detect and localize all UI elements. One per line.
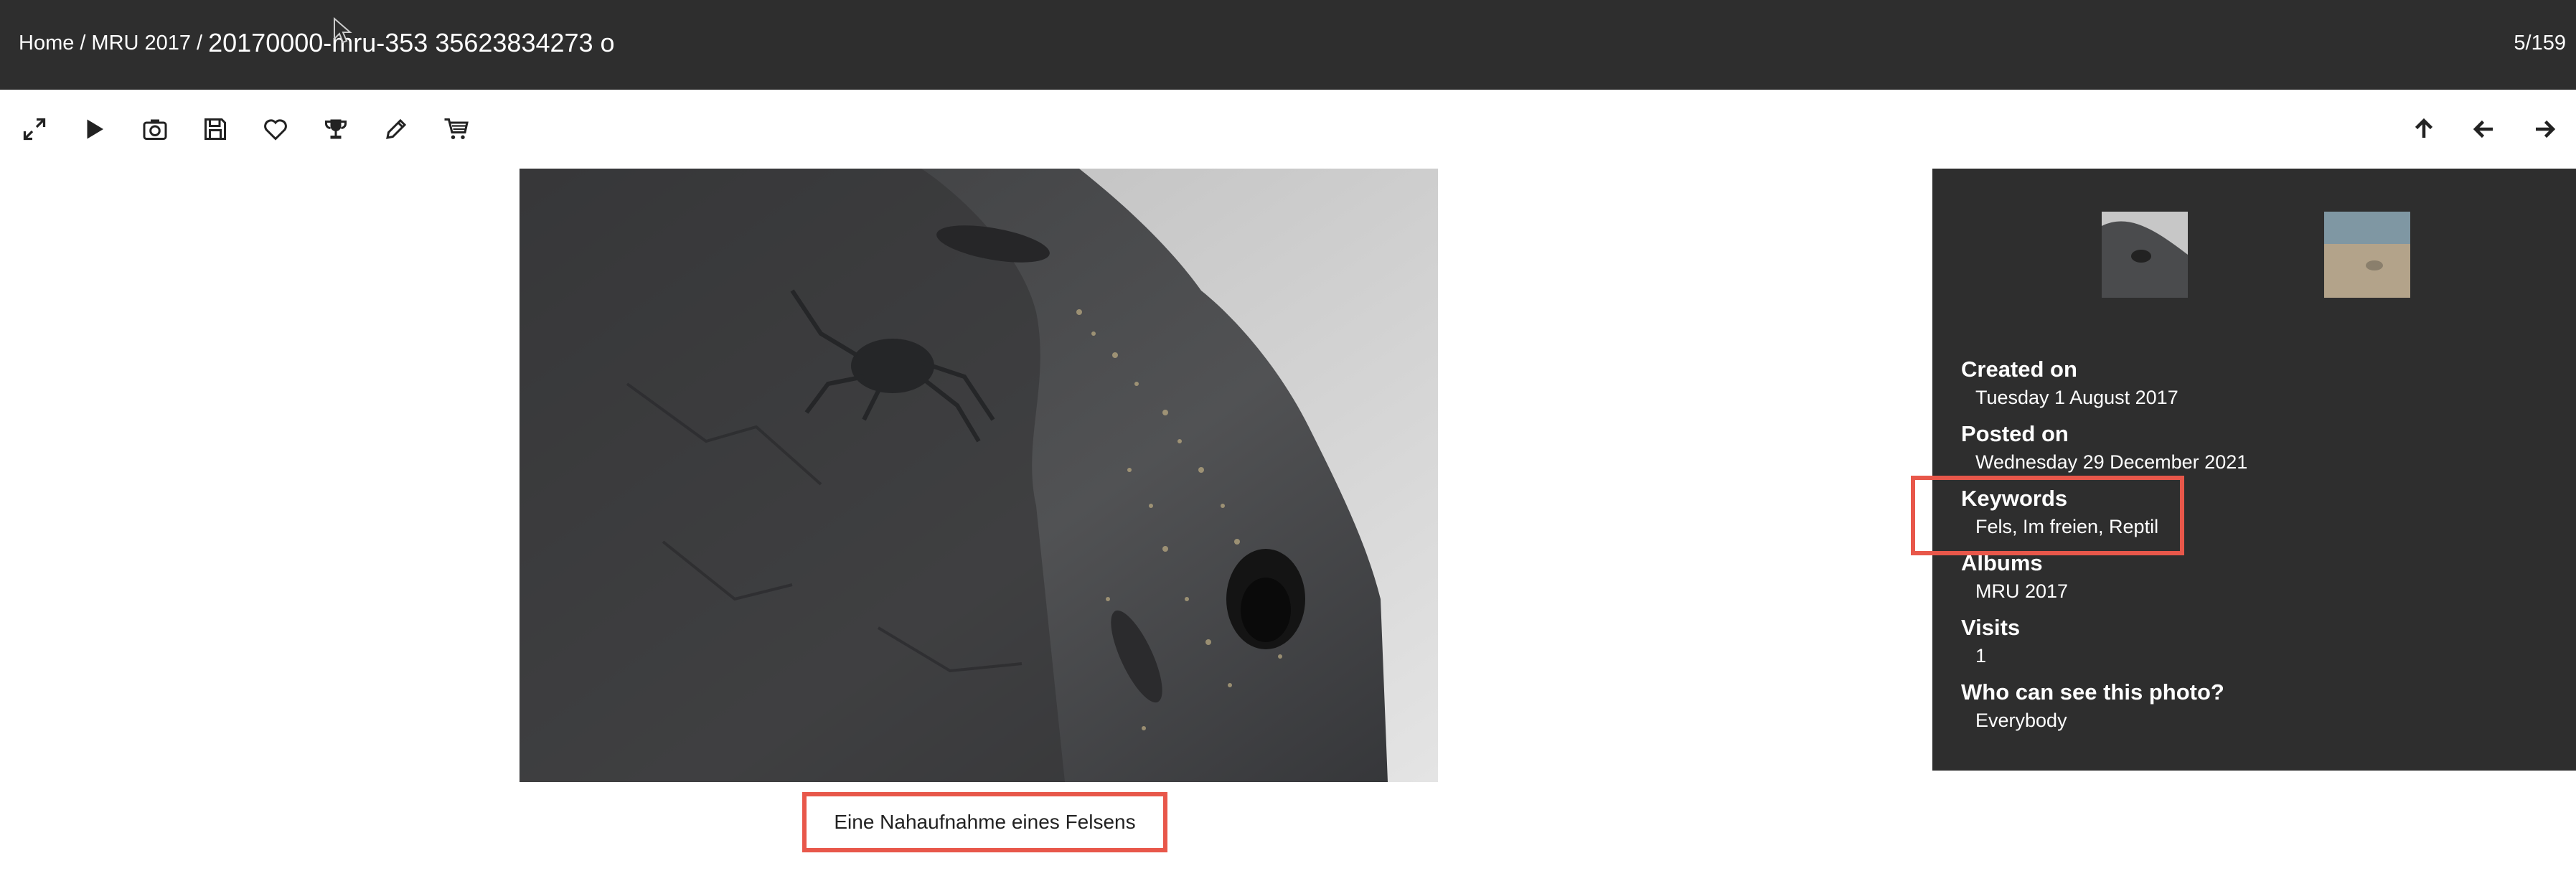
photo-caption: Eine Nahaufnahme eines Felsens <box>802 792 1167 852</box>
arrow-up-icon <box>2415 118 2433 138</box>
toolbar-left <box>19 109 501 149</box>
visits-value: 1 <box>1975 645 1987 667</box>
favorite-button[interactable] <box>260 113 291 145</box>
cart-icon <box>444 118 469 139</box>
save-icon <box>205 118 226 140</box>
fullscreen-icon <box>23 118 46 141</box>
breadcrumb-album-link[interactable]: MRU 2017 <box>91 32 191 55</box>
photo-properties: Created on Tuesday 1 August 2017 Posted … <box>1961 355 2535 743</box>
privacy: Who can see this photo? Everybody <box>1961 678 2535 743</box>
info-panel: Created on Tuesday 1 August 2017 Posted … <box>1932 169 2576 771</box>
created-on-value: Tuesday 1 August 2017 <box>1975 387 2178 408</box>
breadcrumb: Home / MRU 2017 / 20170000-mru-353 35623… <box>19 0 615 86</box>
trophy-icon <box>325 119 347 139</box>
arrow-right-icon <box>2536 120 2556 138</box>
visits-label: Visits <box>1961 615 2021 640</box>
posted-on-label: Posted on <box>1961 421 2069 446</box>
thumbnail-next[interactable] <box>2324 212 2410 298</box>
keywords-value[interactable]: Fels, Im freien, Reptil <box>1961 513 2535 540</box>
cart-button[interactable] <box>441 113 472 145</box>
up-to-album-button[interactable] <box>2408 113 2440 145</box>
albums-value[interactable]: MRU 2017 <box>1961 578 2535 605</box>
created-on: Created on Tuesday 1 August 2017 <box>1961 355 2535 420</box>
heart-icon <box>264 119 287 141</box>
play-icon <box>87 119 103 139</box>
pencil-icon <box>386 118 407 139</box>
albums: Albums MRU 2017 <box>1961 549 2535 613</box>
posted-on: Posted on Wednesday 29 December 2021 <box>1961 420 2535 484</box>
representative-button[interactable] <box>320 113 352 145</box>
mouse-cursor-icon <box>334 17 352 44</box>
keywords-label: Keywords <box>1961 486 2068 511</box>
download-button[interactable] <box>199 113 231 145</box>
thumbnail-previous[interactable] <box>2102 212 2188 298</box>
visits: Visits 1 <box>1961 613 2535 678</box>
top-header: Home / MRU 2017 / 20170000-mru-353 35623… <box>0 0 2576 90</box>
created-on-label: Created on <box>1961 357 2077 382</box>
albums-label: Albums <box>1961 550 2043 575</box>
keywords: Keywords Fels, Im freien, Reptil <box>1961 484 2535 549</box>
breadcrumb-home-link[interactable]: Home <box>19 32 74 55</box>
posted-on-value: Wednesday 29 December 2021 <box>1975 451 2248 473</box>
breadcrumb-separator: / <box>80 31 86 55</box>
previous-button[interactable] <box>2468 113 2500 145</box>
privacy-value: Everybody <box>1975 710 2067 731</box>
next-button[interactable] <box>2529 113 2560 145</box>
arrow-left-icon <box>2473 120 2493 138</box>
slideshow-button[interactable] <box>79 113 111 145</box>
fullscreen-button[interactable] <box>19 113 50 145</box>
breadcrumb-separator: / <box>197 31 203 55</box>
camera-button[interactable] <box>139 113 171 145</box>
privacy-label: Who can see this photo? <box>1961 679 2224 705</box>
edit-button[interactable] <box>380 113 412 145</box>
camera-icon <box>143 119 167 140</box>
toolbar-right <box>2379 109 2560 149</box>
page-title: 20170000-mru-353 35623834273 o <box>208 28 615 57</box>
image-counter: 5/159 <box>2514 31 2566 55</box>
main-photo[interactable] <box>520 169 1438 782</box>
